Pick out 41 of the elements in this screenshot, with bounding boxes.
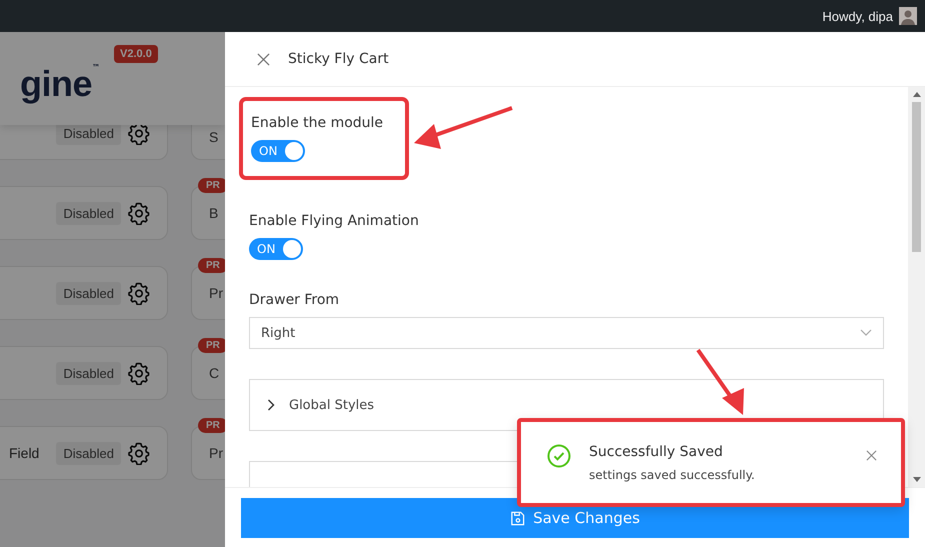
- scroll-down-icon[interactable]: [912, 477, 920, 482]
- close-icon[interactable]: [257, 52, 270, 66]
- toast-title: Successfully Saved: [589, 444, 724, 460]
- scrollbar[interactable]: [908, 87, 925, 487]
- select-field[interactable]: Right: [249, 317, 884, 349]
- trademark: ™: [92, 63, 100, 72]
- status-label: Disabled: [56, 362, 121, 384]
- field-label: Enable Flying Animation: [249, 213, 419, 229]
- scroll-up-icon[interactable]: [912, 92, 920, 97]
- settings-icon[interactable]: [127, 201, 151, 225]
- logo-text: gine: [20, 63, 92, 105]
- module-name: Pr: [209, 445, 223, 461]
- field-label: Drawer From: [249, 292, 340, 308]
- version-badge: V2.0.0: [114, 45, 158, 63]
- status-label: Disabled: [56, 202, 121, 224]
- pro-badge: PR: [198, 418, 225, 433]
- check-circle-icon: [547, 444, 571, 468]
- module-name: Field: [9, 445, 40, 461]
- settings-icon[interactable]: [127, 361, 151, 385]
- avatar-icon[interactable]: [899, 7, 917, 25]
- close-icon[interactable]: [866, 450, 877, 461]
- pro-badge: PR: [198, 338, 225, 353]
- settings-icon[interactable]: [127, 281, 151, 305]
- chevron-icon: [267, 399, 275, 411]
- toast-message: settings saved successfully.: [589, 468, 756, 482]
- chevron-down-icon: [860, 329, 872, 337]
- pro-badge: PR: [198, 178, 225, 193]
- drawer-title: Sticky Fly Cart: [288, 51, 389, 67]
- scrollbar-thumb[interactable]: [912, 102, 921, 252]
- save-icon: [510, 510, 526, 526]
- settings-icon[interactable]: [127, 441, 151, 465]
- field-label: Enable the module: [251, 115, 384, 131]
- status-label: Disabled: [56, 442, 121, 464]
- annotation-arrow: [696, 348, 744, 415]
- greeting[interactable]: Howdy, dipa: [822, 8, 893, 24]
- status-label: Disabled: [56, 282, 121, 304]
- module-name: S: [209, 129, 218, 145]
- module-name: C: [209, 365, 220, 381]
- module-name: Pr: [209, 285, 223, 301]
- module-name: B: [209, 205, 218, 221]
- pro-badge: PR: [198, 258, 225, 273]
